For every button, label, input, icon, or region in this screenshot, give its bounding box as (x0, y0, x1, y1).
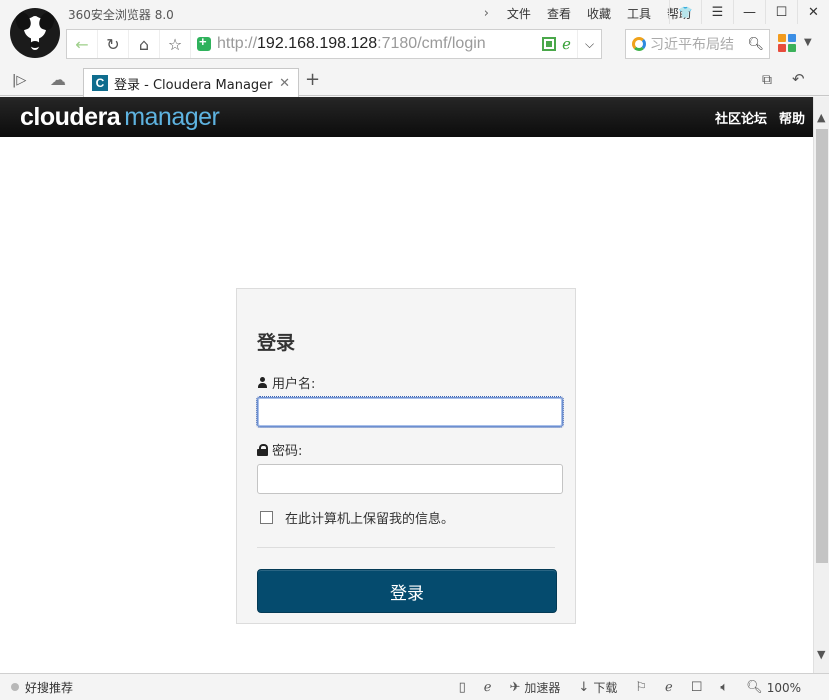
tab-bar: |▷ ☁ C 登录 - Cloudera Manager ✕ + ⧉ ↶ (0, 64, 829, 97)
header-links: 社区论坛 帮助 (715, 108, 805, 127)
remember-me-row: 在此计算机上保留我的信息。 (257, 508, 555, 527)
tab-close-icon[interactable]: ✕ (279, 76, 298, 91)
search-engine-icon[interactable] (632, 37, 646, 51)
menu-tools[interactable]: 工具 (619, 5, 659, 22)
cloudera-manager-logo[interactable]: cloudera manager (20, 103, 220, 132)
user-icon (257, 377, 268, 388)
new-tab-button[interactable]: + (305, 69, 320, 90)
close-button[interactable]: ✕ (797, 0, 829, 24)
undo-close-icon[interactable]: ↶ (792, 70, 805, 88)
menu-view[interactable]: 查看 (539, 5, 579, 22)
page-viewport: cloudera manager 社区论坛 帮助 登录 用户名: 密码: 在此计算… (0, 97, 813, 673)
remember-me-checkbox[interactable] (260, 511, 273, 524)
maximize-button[interactable]: ☐ (765, 0, 797, 24)
address-bar: ← ↻ ⌂ ☆ http://192.168.198.128:7180/cmf/… (66, 29, 602, 59)
accelerator-button[interactable]: ✈ 加速器 (510, 679, 561, 696)
zoom-icon: 🔍︎ (746, 680, 763, 695)
qr-code-icon[interactable] (542, 37, 557, 51)
sidebar-toggle-icon[interactable]: |▷ (12, 73, 26, 88)
zoom-control[interactable]: 🔍︎ 100% (746, 680, 801, 695)
menu-favorites[interactable]: 收藏 (579, 5, 619, 22)
rocket-icon: ✈ (509, 680, 521, 695)
tab-active[interactable]: C 登录 - Cloudera Manager ✕ (83, 68, 299, 97)
vertical-scrollbar[interactable]: ▲ ▼ (813, 97, 829, 673)
scroll-up-icon[interactable]: ▲ (817, 111, 825, 124)
restore-tabs-icon[interactable]: ⧉ (762, 72, 772, 88)
menu-icon[interactable]: ☰ (701, 0, 733, 24)
search-input[interactable]: 习近平布局结 (650, 34, 747, 54)
scroll-thumb[interactable] (816, 129, 828, 563)
recommend-link[interactable]: 好搜推荐 (25, 679, 73, 696)
password-input[interactable] (257, 464, 563, 494)
skin-icon[interactable]: 👕 (669, 0, 701, 24)
volume-icon[interactable]: 🔈︎ (720, 680, 728, 695)
browser-e-icon[interactable]: ℯ (665, 680, 673, 695)
refresh-button[interactable]: ↻ (98, 30, 129, 58)
help-link[interactable]: 帮助 (779, 108, 805, 127)
browser-menubar: › 文件 查看 收藏 工具 帮助 (484, 5, 699, 22)
password-label: 密码: (257, 440, 555, 459)
minimize-button[interactable]: — (733, 0, 765, 24)
search-box[interactable]: 习近平布局结 🔍︎ (625, 29, 770, 59)
apps-grid-icon[interactable] (778, 34, 796, 52)
favorite-star-button[interactable]: ☆ (160, 30, 191, 58)
url-scheme: http:// (217, 35, 258, 52)
compat-mode-icon[interactable]: ℯ (562, 35, 571, 53)
cm-header-bar: cloudera manager 社区论坛 帮助 (0, 97, 813, 137)
login-button[interactable]: 登录 (257, 569, 557, 613)
address-tools: ℯ (542, 35, 577, 53)
lock-icon (257, 443, 268, 456)
download-arrow-icon: ↓ (578, 680, 590, 695)
url-host: 192.168.198.128 (257, 35, 378, 52)
screenshot-icon[interactable]: ☐ (691, 680, 703, 695)
username-input[interactable] (256, 396, 564, 428)
home-button[interactable]: ⌂ (129, 30, 160, 58)
form-divider (257, 547, 555, 548)
login-title: 登录 (257, 332, 296, 354)
menu-file[interactable]: 文件 (499, 5, 539, 22)
mobile-icon[interactable]: ▯ (459, 680, 466, 695)
flag-icon[interactable]: ⚐ (635, 680, 647, 695)
url-path: :7180/cmf/login (377, 35, 486, 52)
status-dot-icon (11, 683, 19, 691)
user-avatar[interactable] (10, 8, 60, 58)
status-bar: 好搜推荐 ▯ ℯ ✈ 加速器 ↓ 下载 ⚐ ℯ ☐ 🔈︎ 🔍︎ 100% (0, 673, 829, 700)
browser-titlebar: 360安全浏览器 8.0 › 文件 查看 收藏 工具 帮助 👕 ☰ — ☐ ✕ … (0, 0, 829, 64)
login-form: 登录 用户名: 密码: 在此计算机上保留我的信息。 登录 (236, 288, 576, 624)
address-dropdown-icon[interactable]: ⌵ (577, 30, 601, 58)
community-forum-link[interactable]: 社区论坛 (715, 108, 767, 127)
download-button[interactable]: ↓ 下载 (578, 679, 617, 696)
scroll-down-icon[interactable]: ▼ (817, 648, 825, 661)
url-field[interactable]: http://192.168.198.128:7180/cmf/login (191, 30, 542, 58)
ie-mode-icon[interactable]: ℯ (484, 680, 492, 695)
secure-shield-icon (197, 34, 211, 51)
search-icon[interactable]: 🔍︎ (747, 37, 769, 52)
tab-title: 登录 - Cloudera Manager (114, 77, 273, 93)
cloudera-favicon-icon: C (92, 75, 108, 91)
window-controls: 👕 ☰ — ☐ ✕ (669, 0, 829, 24)
chevron-right-icon[interactable]: › (484, 6, 489, 21)
browser-app-title: 360安全浏览器 8.0 (68, 8, 174, 22)
username-label: 用户名: (257, 373, 555, 392)
status-tools: ▯ ℯ ✈ 加速器 ↓ 下载 ⚐ ℯ ☐ 🔈︎ 🔍︎ 100% (459, 674, 801, 700)
apps-dropdown-icon[interactable]: ▼ (804, 37, 812, 48)
remember-me-label[interactable]: 在此计算机上保留我的信息。 (285, 508, 454, 527)
back-button[interactable]: ← (67, 30, 98, 58)
cloud-icon[interactable]: ☁ (50, 70, 66, 89)
